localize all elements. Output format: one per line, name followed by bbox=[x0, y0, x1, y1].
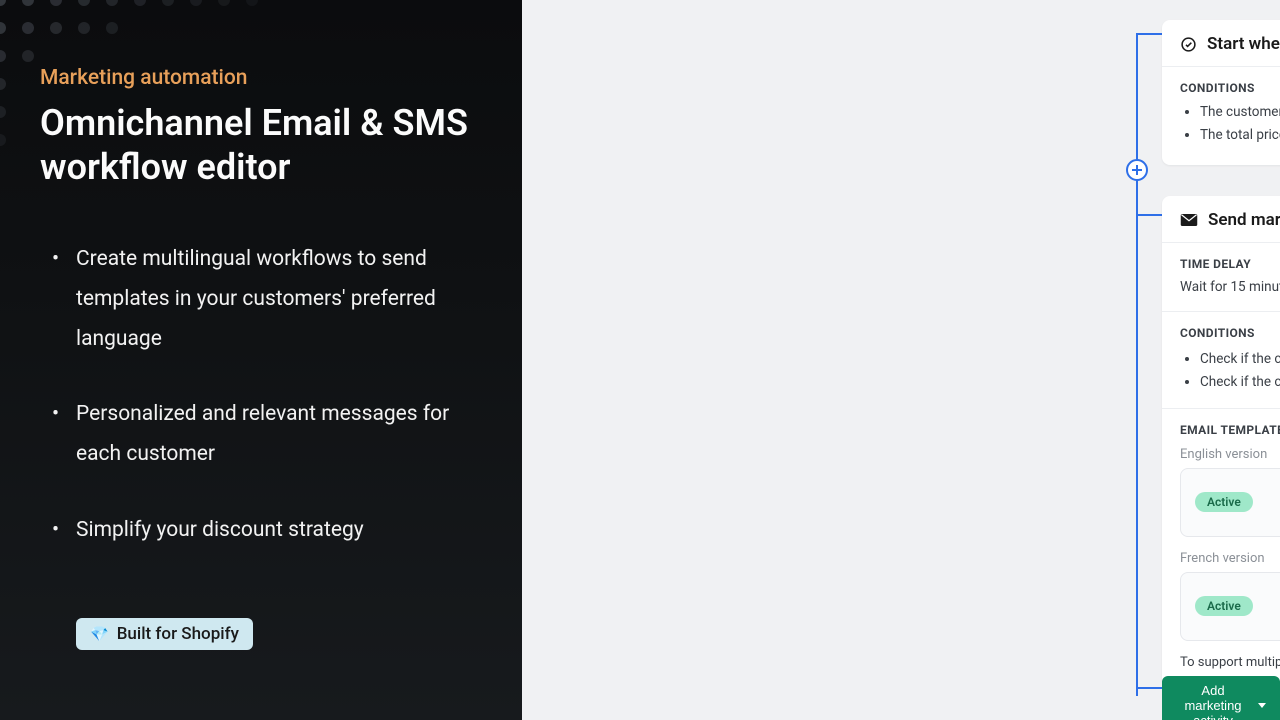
feature-list: Create multilingual workflows to send te… bbox=[76, 240, 476, 551]
chevron-down-icon bbox=[1258, 703, 1266, 708]
add-marketing-activity-button[interactable]: Add marketing activity bbox=[1162, 676, 1280, 720]
status-badge: Active bbox=[1195, 492, 1253, 512]
headline: Omnichannel Email & SMS workflow editor bbox=[40, 102, 480, 190]
condition-item: Check if the customer hasn't placed an o… bbox=[1200, 348, 1280, 371]
condition-item: The total price of checkout is more than… bbox=[1200, 124, 1280, 147]
conditions-list: Check if the customer hasn't placed an o… bbox=[1200, 348, 1280, 394]
conditions-heading: CONDITIONS bbox=[1180, 326, 1280, 340]
connector-line bbox=[1136, 687, 1162, 689]
card-title: Send marketing email bbox=[1208, 210, 1280, 230]
gem-icon: 💎 bbox=[90, 625, 109, 643]
eyebrow: Marketing automation bbox=[40, 66, 482, 90]
add-between-button[interactable] bbox=[1126, 159, 1148, 181]
conditions-heading: CONDITIONS bbox=[1180, 81, 1280, 95]
mail-icon bbox=[1180, 213, 1198, 227]
connector-line bbox=[1136, 214, 1162, 216]
built-for-shopify-badge: 💎 Built for Shopify bbox=[76, 618, 253, 650]
connector-line bbox=[1136, 33, 1162, 35]
feature-item: Simplify your discount strategy bbox=[76, 511, 476, 551]
condition-item: Check if the customer hasn't abandoned a… bbox=[1200, 371, 1280, 394]
connector-line bbox=[1136, 33, 1138, 160]
send-email-step-card: Send marketing email Step #1 Edit TIME D… bbox=[1162, 196, 1280, 686]
card-title: Start when... bbox=[1207, 34, 1280, 54]
badge-label: Built for Shopify bbox=[117, 624, 239, 644]
template-version-label: French version bbox=[1180, 551, 1280, 566]
workflow-canvas[interactable]: Start when... Edit CONDITIONS The custom… bbox=[522, 0, 1280, 720]
check-circle-icon bbox=[1180, 36, 1197, 53]
conditions-list: The customer abandons a new checkout The… bbox=[1200, 101, 1280, 147]
email-templates-heading: EMAIL TEMPLATES bbox=[1180, 423, 1280, 437]
condition-item: The customer abandons a new checkout bbox=[1200, 101, 1280, 124]
time-delay-heading: TIME DELAY bbox=[1180, 257, 1280, 271]
start-trigger-card: Start when... Edit CONDITIONS The custom… bbox=[1162, 20, 1280, 165]
email-template-row[interactable]: Active Send to All customers Subject lin… bbox=[1180, 572, 1280, 641]
template-version-label: English version bbox=[1180, 447, 1280, 462]
multi-language-note: To support multiple languages, add a new… bbox=[1180, 655, 1280, 670]
email-template-row[interactable]: Active Send to All customers Subject lin… bbox=[1180, 468, 1280, 537]
feature-item: Create multilingual workflows to send te… bbox=[76, 240, 476, 360]
promo-panel: Marketing automation Omnichannel Email &… bbox=[0, 0, 522, 720]
status-badge: Active bbox=[1195, 596, 1253, 616]
feature-item: Personalized and relevant messages for e… bbox=[76, 395, 476, 475]
connector-line bbox=[1136, 180, 1138, 696]
time-delay-value: Wait for 15 minutes bbox=[1180, 279, 1280, 295]
